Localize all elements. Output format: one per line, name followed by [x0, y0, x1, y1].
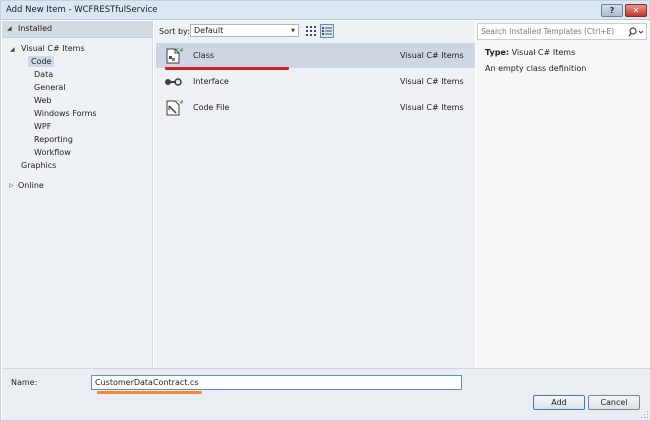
tree-item-online[interactable]: Online: [18, 181, 44, 190]
add-new-item-dialog: Add New Item - WCFRESTfulService ? ✕ ◢ I…: [0, 0, 650, 421]
type-value: Visual C# Items: [511, 48, 576, 57]
tree-item-windows-forms[interactable]: Windows Forms: [34, 109, 97, 118]
name-and-actions-bar: Name: Add Cancel: [2, 368, 650, 420]
sort-by-value: Default: [194, 26, 224, 35]
installed-header[interactable]: ◢ Installed: [2, 21, 153, 38]
expand-arrow-icon[interactable]: ▷: [9, 182, 14, 189]
title-bar[interactable]: Add New Item - WCFRESTfulService ? ✕: [1, 1, 649, 20]
close-button[interactable]: ✕: [625, 4, 647, 17]
tree-item-data[interactable]: Data: [34, 70, 53, 79]
template-name: Code File: [193, 103, 230, 112]
collapse-arrow-icon[interactable]: ◢: [10, 46, 15, 53]
resize-grip-icon[interactable]: [641, 411, 649, 419]
installed-label: Installed: [18, 24, 53, 33]
svg-text:C#: C#: [176, 48, 183, 54]
svg-text:C#: C#: [176, 100, 183, 106]
dialog-title: Add New Item - WCFRESTfulService: [6, 5, 158, 15]
list-view-button[interactable]: [320, 24, 334, 38]
grid-icon: [306, 26, 316, 36]
type-label: Type:: [485, 48, 510, 57]
template-details-panel: Search Installed Templates (Ctrl+E) Type…: [476, 21, 650, 368]
tree-item-graphics[interactable]: Graphics: [21, 161, 56, 170]
tree-item-code[interactable]: Code: [28, 56, 55, 67]
sort-by-label: Sort by:: [159, 27, 190, 36]
tree-item-general[interactable]: General: [34, 83, 66, 92]
sort-by-dropdown[interactable]: Default ▼: [190, 24, 299, 37]
template-name: Class: [193, 51, 215, 60]
sort-bar: Sort by: Default ▼: [154, 21, 475, 42]
cancel-button[interactable]: Cancel: [588, 395, 640, 410]
template-category-tree: ◢ Installed ◢ Visual C# Items Code Data …: [2, 21, 153, 368]
code-file-icon: C#: [166, 100, 183, 116]
tree-item-workflow[interactable]: Workflow: [34, 148, 71, 157]
template-type: Visual C# Items: [400, 103, 464, 112]
tree-item-reporting[interactable]: Reporting: [34, 135, 73, 144]
help-button[interactable]: ?: [601, 4, 623, 17]
add-button[interactable]: Add: [533, 395, 585, 410]
name-label: Name:: [11, 378, 38, 387]
list-icon: [322, 27, 332, 35]
annotation-underline-orange: [97, 391, 202, 394]
template-item-interface[interactable]: Interface Visual C# Items: [156, 69, 475, 94]
tree-item-wpf[interactable]: WPF: [34, 122, 51, 131]
chevron-down-icon: ▼: [291, 28, 295, 34]
search-icon[interactable]: [628, 26, 644, 38]
template-name: Interface: [193, 77, 229, 86]
template-type-info: Type: Visual C# Items: [485, 48, 575, 57]
search-box[interactable]: Search Installed Templates (Ctrl+E): [477, 23, 647, 40]
template-description: An empty class definition: [485, 64, 587, 73]
template-type: Visual C# Items: [400, 77, 464, 86]
interface-icon: [165, 78, 182, 86]
template-item-class[interactable]: C# Class Visual C# Items: [156, 43, 475, 68]
collapse-arrow-icon[interactable]: ◢: [7, 25, 12, 32]
search-placeholder: Search Installed Templates (Ctrl+E): [481, 27, 615, 36]
tree-item-visual-csharp-items[interactable]: Visual C# Items: [21, 44, 85, 53]
name-input[interactable]: [91, 375, 462, 390]
template-list-panel: Sort by: Default ▼ C# Class Visual C# It…: [154, 21, 475, 368]
class-icon: C#: [166, 48, 183, 64]
tree-item-web[interactable]: Web: [34, 96, 51, 105]
template-type: Visual C# Items: [400, 51, 464, 60]
template-item-code-file[interactable]: C# Code File Visual C# Items: [156, 95, 475, 120]
small-icons-view-button[interactable]: [304, 24, 318, 38]
annotation-underline-red: [165, 67, 289, 70]
